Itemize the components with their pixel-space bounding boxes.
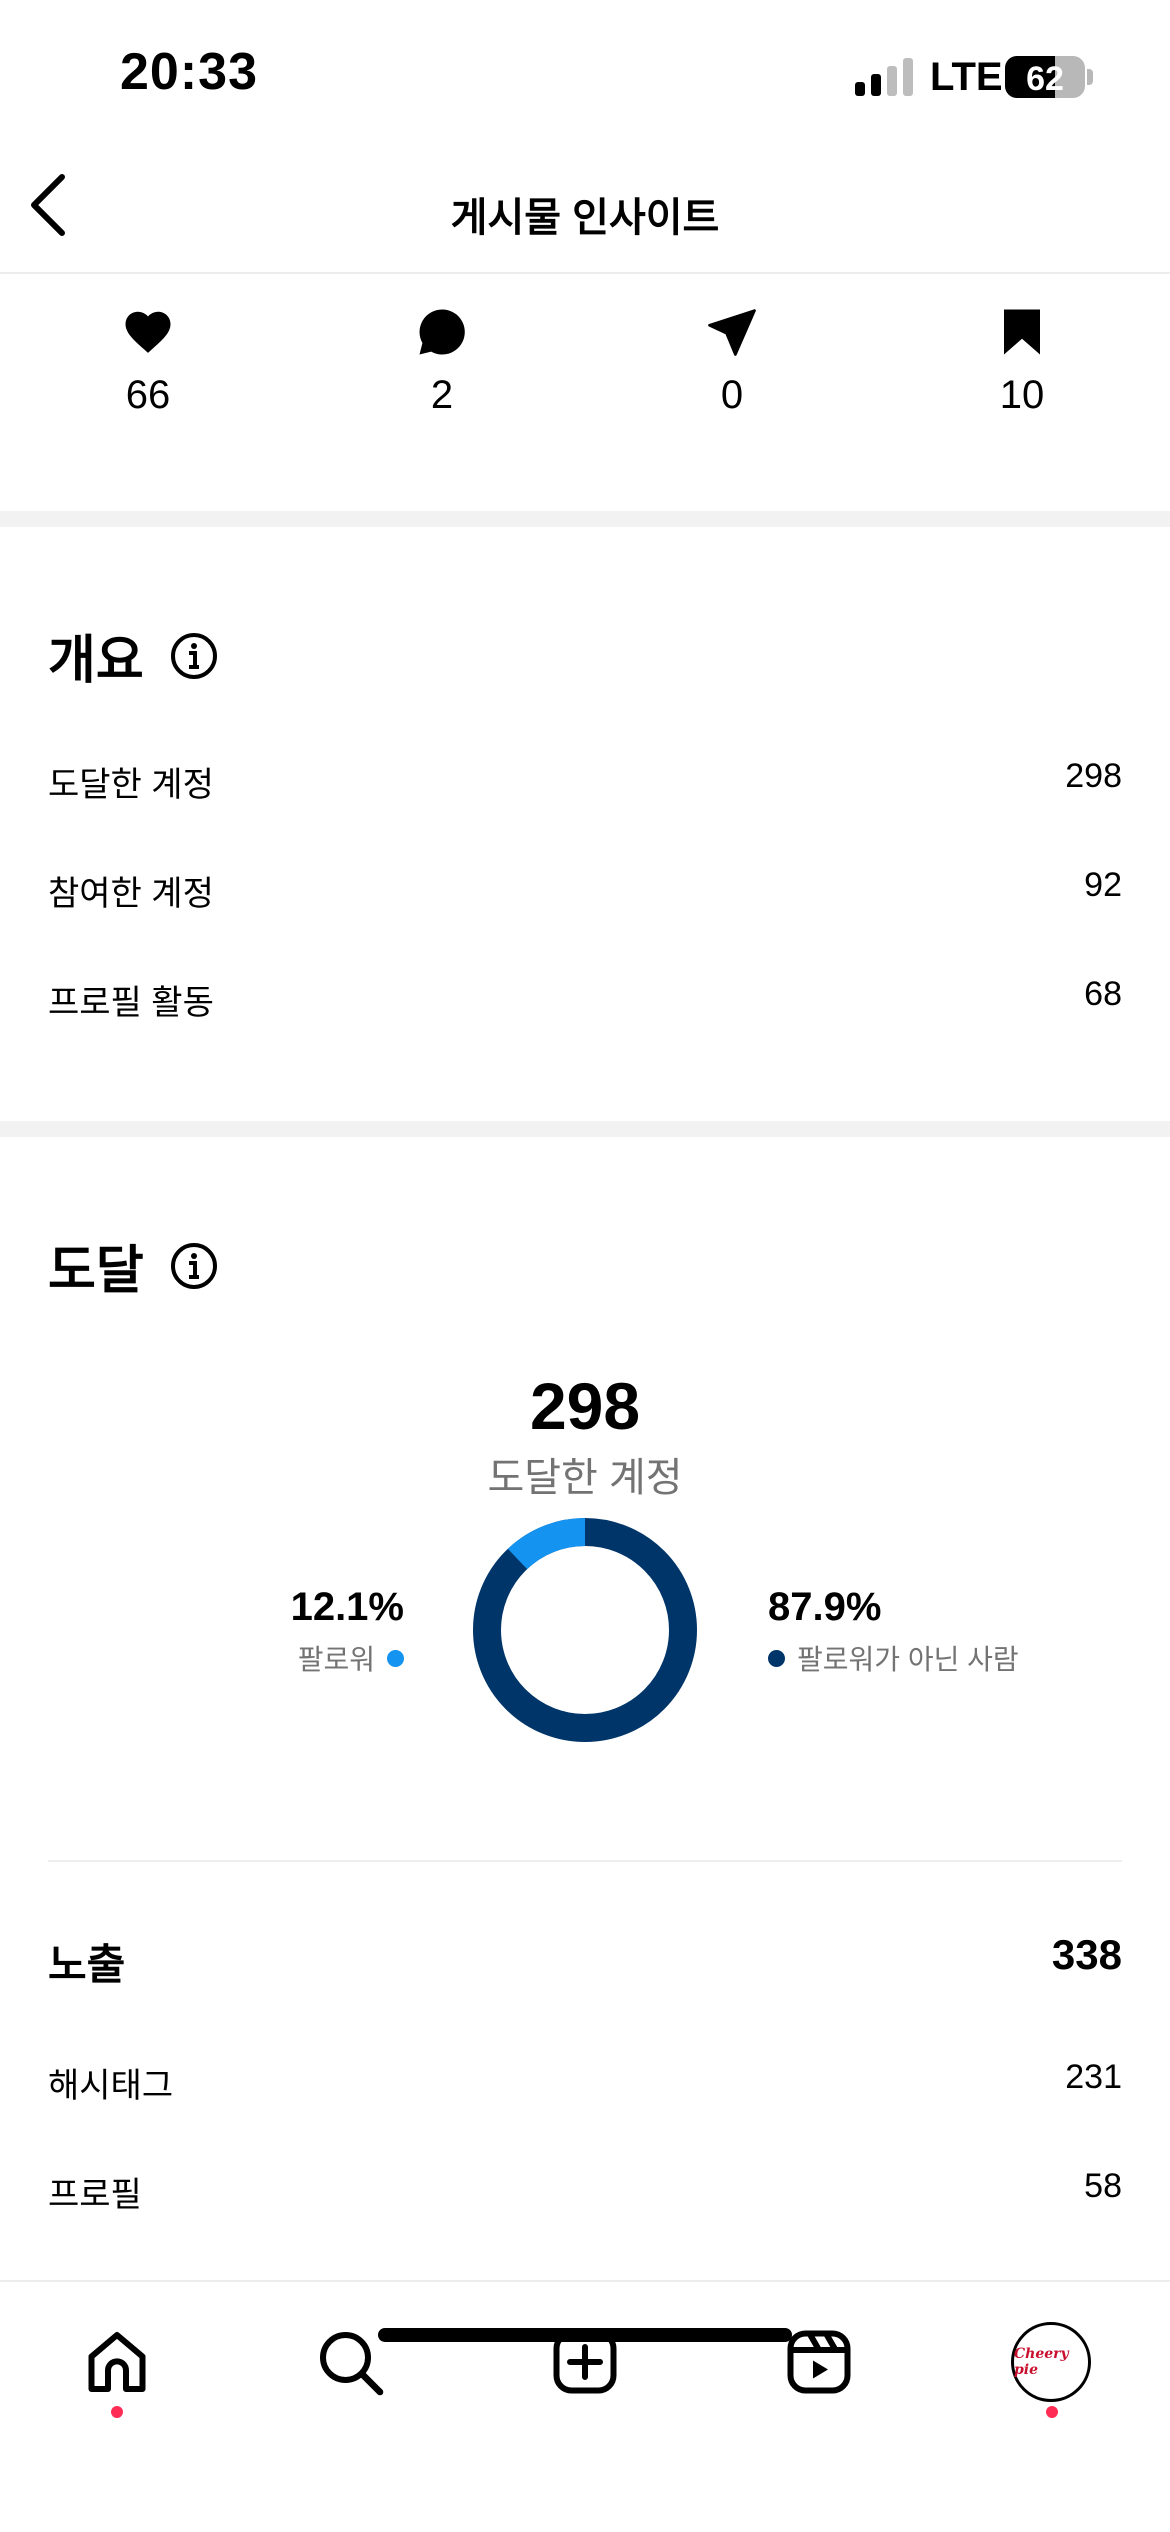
section-separator	[0, 511, 1170, 527]
battery-level: 62	[1026, 60, 1064, 98]
shares-count: 0	[720, 373, 744, 417]
reached-accounts-value: 298	[1065, 757, 1122, 795]
divider	[0, 272, 1170, 274]
followers-legend: 팔로워	[298, 1638, 404, 1678]
profile-impressions-value: 58	[1084, 2167, 1122, 2205]
profile-activity-value: 68	[1084, 975, 1122, 1013]
profile-notification-dot	[1046, 2406, 1058, 2418]
profile-activity-label: 프로필 활동	[48, 984, 214, 1022]
bookmark-icon	[1004, 309, 1040, 355]
followers-label: 팔로워	[297, 1644, 375, 1675]
reach-heading: 도달	[48, 1242, 144, 1300]
hashtag-impressions-label: 해시태그	[48, 2067, 174, 2105]
reels-icon	[787, 2330, 851, 2394]
profile-impressions-label: 프로필	[48, 2176, 142, 2214]
info-icon[interactable]	[170, 632, 218, 680]
impressions-title: 노출	[48, 1941, 126, 1988]
comment-icon	[419, 309, 465, 355]
status-time: 20:33	[120, 43, 258, 101]
home-indicator	[378, 2328, 792, 2342]
hashtag-impressions-value: 231	[1065, 2058, 1122, 2096]
followers-legend-dot	[387, 1649, 404, 1667]
signal-strength-icon	[855, 58, 915, 96]
network-type: LTE	[930, 55, 1003, 99]
nonfollowers-legend: 팔로워가 아닌 사람	[768, 1638, 1019, 1678]
section-separator	[0, 1121, 1170, 1137]
page-title: 게시물 인사이트	[450, 196, 720, 240]
shares-stat: 0	[672, 305, 792, 418]
followers-percent: 12.1%	[290, 1585, 404, 1629]
reached-accounts-label: 도달한 계정	[48, 766, 214, 804]
nav-home[interactable]	[77, 2322, 157, 2402]
nonfollowers-percent: 87.9%	[768, 1585, 882, 1629]
heart-icon	[125, 311, 171, 353]
nav-profile[interactable]: Cheery pie	[1011, 2322, 1091, 2402]
home-icon	[88, 2332, 146, 2392]
reach-total: 298	[529, 1369, 641, 1443]
overview-title: 개요	[48, 618, 218, 693]
battery-icon: 62	[1005, 56, 1085, 98]
reach-donut-chart	[473, 1518, 697, 1742]
likes-count: 66	[125, 373, 171, 417]
engaged-accounts-value: 92	[1084, 866, 1122, 904]
donut-nonfollowers-segment	[473, 1518, 697, 1742]
home-notification-dot	[111, 2406, 123, 2418]
avatar-logo-text: Cheery pie	[1014, 2346, 1069, 2378]
send-icon	[708, 309, 756, 356]
divider	[48, 1860, 1122, 1862]
nonfollowers-legend-dot	[768, 1649, 785, 1667]
saves-count: 10	[999, 373, 1045, 417]
engaged-accounts-label: 참여한 계정	[48, 875, 214, 913]
comments-stat: 2	[382, 305, 502, 418]
info-icon[interactable]	[170, 1242, 218, 1290]
saves-stat: 10	[962, 305, 1082, 418]
likes-stat: 66	[88, 305, 208, 418]
reach-title: 도달	[48, 1228, 218, 1303]
battery-tip	[1087, 69, 1093, 85]
impressions-total: 338	[1051, 1931, 1122, 1978]
overview-heading: 개요	[48, 632, 144, 690]
reach-total-label: 도달한 계정	[487, 1456, 683, 1500]
bottom-navigation: Cheery pie	[0, 2280, 1170, 2532]
comments-count: 2	[430, 373, 454, 417]
profile-avatar: Cheery pie	[1011, 2322, 1091, 2402]
search-icon	[320, 2332, 384, 2396]
nonfollowers-label: 팔로워가 아닌 사람	[797, 1644, 1019, 1675]
